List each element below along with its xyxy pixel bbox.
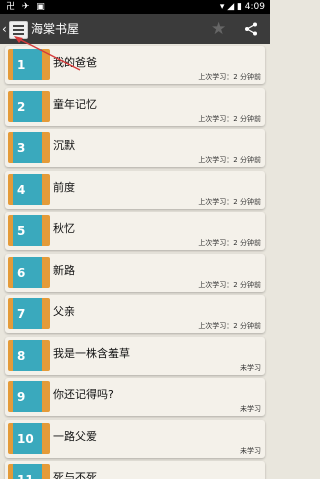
chapter-study-status: 未学习: [240, 405, 261, 413]
chapter-title: 秋忆: [53, 222, 75, 235]
chapter-number: 4: [17, 182, 26, 197]
chapter-list-item[interactable]: 9 你还记得吗? 未学习: [5, 378, 265, 416]
status-bar-notification-icons: 卍 ✈ ▣: [6, 2, 47, 12]
chapter-study-status: 上次学习：2 分钟前: [198, 156, 261, 164]
chapter-study-status: 上次学习：2 分钟前: [198, 239, 261, 247]
chapter-number-badge: 1: [8, 49, 50, 80]
chapter-list-item[interactable]: 8 我是一株含羞草未学习: [5, 336, 265, 375]
chapter-number-badge: 6: [8, 256, 50, 288]
chapter-number: 10: [17, 431, 34, 446]
chapter-number-badge: 3: [8, 132, 50, 163]
chapter-title: 前度: [53, 180, 75, 194]
chapter-list-item[interactable]: 7 父亲上次学习：2 分钟前: [5, 295, 265, 333]
chapter-study-status: 上次学习：2 分钟前: [198, 73, 261, 81]
chapter-study-status: 上次学习：2 分钟前: [198, 114, 261, 123]
chapter-number: 5: [17, 224, 26, 238]
chapter-number-badge: 4: [8, 173, 50, 205]
chapter-number-badge: 7: [8, 298, 50, 329]
chapter-title: 死与不死: [53, 471, 97, 479]
chapter-list-item[interactable]: 11死与不死未学习: [5, 461, 265, 479]
chapter-list-item[interactable]: 3 沉默上次学习：2 分钟前: [5, 129, 265, 167]
chapter-number: 3: [17, 141, 26, 155]
chapter-title: 你还记得吗?: [53, 388, 114, 401]
chapter-title: 童年记忆: [53, 97, 97, 111]
star-icon[interactable]: ★: [211, 20, 226, 38]
status-bar-clock: ▾ ◢ ▮ 4:09: [219, 2, 265, 12]
status-bar: 卍 ✈ ▣ ▾ ◢ ▮ 4:09: [0, 0, 270, 14]
chapter-list-item[interactable]: 4 前度上次学习：2 分钟前: [5, 170, 265, 209]
hamburger-menu-icon[interactable]: [9, 21, 28, 39]
chapter-title: 一路父爱: [53, 429, 97, 443]
app-title: 海棠书屋: [31, 22, 80, 36]
chapter-title: 我是一株含羞草: [53, 346, 130, 360]
chapter-study-status: 上次学习：2 分钟前: [198, 322, 261, 330]
chapter-study-status: 上次学习：2 分钟前: [198, 280, 261, 289]
chapter-number: 8: [17, 348, 26, 363]
chapter-number-badge: 2: [8, 90, 50, 122]
chapter-title: 我的爸爸: [53, 56, 97, 69]
chapter-list-item[interactable]: 6 新路上次学习：2 分钟前: [5, 253, 265, 292]
chapter-number: 7: [17, 307, 26, 321]
chapter-list-item[interactable]: 10 一路父爱未学习: [5, 419, 265, 458]
chevron-left-icon[interactable]: ‹: [2, 21, 7, 37]
chapter-list-item[interactable]: 1 我的爸爸上次学习：2 分钟前: [5, 46, 265, 84]
chapter-number: 9: [17, 390, 26, 404]
chapter-list-item[interactable]: 5 秋忆上次学习：2 分钟前: [5, 212, 265, 250]
chapter-study-status: 未学习: [240, 363, 261, 372]
chapter-number-badge: 5: [8, 215, 50, 246]
chapter-number: 6: [17, 265, 26, 280]
chapter-number-badge: 9: [8, 381, 50, 412]
chapter-study-status: 未学习: [240, 446, 261, 455]
chapter-number-badge: 11: [8, 464, 50, 479]
chapter-number: 2: [17, 99, 26, 114]
chapter-number: 1: [17, 58, 26, 72]
chapter-number: 11: [13, 464, 42, 479]
chapter-number-badge: 8: [8, 339, 50, 371]
chapter-list: 1 我的爸爸 上次学习：2 分钟前 2 童年记忆 上次学习：2 分钟前 3 沉默 上次学习：2 …: [0, 44, 270, 479]
share-icon[interactable]: [244, 22, 258, 36]
chapter-title: 沉默: [53, 139, 75, 152]
chapter-number-badge: 10: [8, 422, 50, 454]
chapter-title: 新路: [53, 263, 75, 277]
chapter-title: 父亲: [53, 305, 75, 318]
chapter-study-status: 上次学习：2 分钟前: [198, 197, 261, 206]
chapter-list-item[interactable]: 2 童年记忆上次学习：2 分钟前: [5, 87, 265, 126]
app-bar: ‹ 海棠书屋 ★: [0, 14, 270, 44]
